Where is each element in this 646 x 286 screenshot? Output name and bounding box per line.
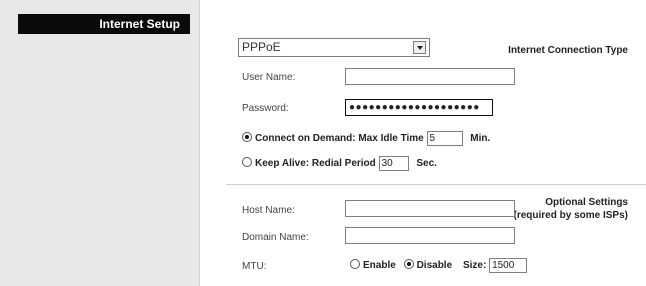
connection-type-selected-value: PPPoE xyxy=(242,40,281,54)
mtu-label: MTU: xyxy=(242,261,267,272)
password-label: Password: xyxy=(242,103,289,114)
min-unit-label: Min. xyxy=(470,133,491,145)
keep-alive-row: Keep Alive: Redial Period 30 Sec. xyxy=(242,156,437,171)
section-title: Internet Setup xyxy=(18,14,190,34)
username-label: User Name: xyxy=(242,72,296,83)
keep-alive-label: Keep Alive: Redial Period xyxy=(255,158,376,170)
host-name-input[interactable] xyxy=(345,200,515,217)
mtu-enable-radio[interactable] xyxy=(350,259,360,270)
domain-name-label: Domain Name: xyxy=(242,232,309,243)
connection-type-select[interactable]: PPPoE xyxy=(238,38,430,57)
left-label-column xyxy=(0,0,200,286)
mtu-options-row: Enable Disable Size: 1500 xyxy=(350,258,528,273)
mtu-disable-label: Disable xyxy=(416,260,453,272)
password-input[interactable]: ●●●●●●●●●●●●●●●●●●●● xyxy=(345,99,493,116)
mtu-size-input[interactable]: 1500 xyxy=(489,258,528,273)
connect-on-demand-label: Connect on Demand: Max Idle Time xyxy=(255,133,424,145)
domain-name-input[interactable] xyxy=(345,227,515,244)
section-header-strip xyxy=(200,14,646,34)
mtu-disable-radio[interactable] xyxy=(403,259,414,270)
section-divider xyxy=(226,184,646,185)
redial-period-input[interactable]: 30 xyxy=(378,156,409,171)
connect-on-demand-radio[interactable] xyxy=(242,132,252,143)
mtu-enable-label: Enable xyxy=(363,260,396,272)
username-input[interactable] xyxy=(345,68,515,85)
max-idle-time-input[interactable]: 5 xyxy=(426,131,463,146)
chevron-down-icon[interactable] xyxy=(413,41,426,54)
internet-connection-type-label: Internet Connection Type xyxy=(508,45,628,56)
connect-on-demand-row: Connect on Demand: Max Idle Time 5 Min. xyxy=(242,131,490,146)
sec-unit-label: Sec. xyxy=(416,158,437,170)
host-name-label: Host Name: xyxy=(242,205,295,216)
mtu-size-label: Size: xyxy=(462,260,487,272)
keep-alive-radio[interactable] xyxy=(242,157,252,168)
